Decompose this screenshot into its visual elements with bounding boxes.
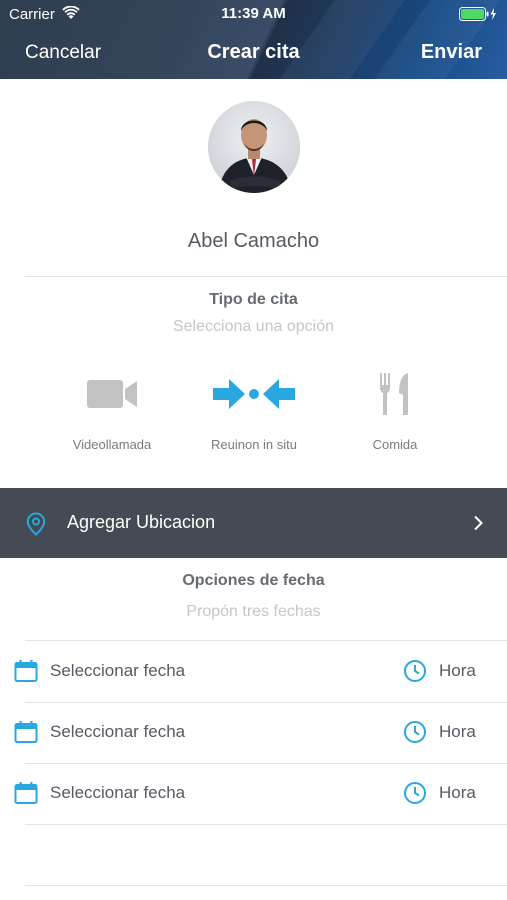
select-date-button[interactable]: Seleccionar fecha — [50, 783, 185, 803]
divider — [25, 276, 507, 277]
select-time-button[interactable]: Hora — [439, 661, 476, 681]
fork-knife-icon — [325, 368, 465, 420]
select-date-button[interactable]: Seleccionar fecha — [50, 661, 185, 681]
calendar-icon[interactable] — [14, 720, 38, 749]
appointment-type-subtitle: Selecciona una opción — [172, 318, 334, 335]
status-time: 11:39 AM — [221, 5, 286, 22]
clock-icon[interactable] — [403, 781, 427, 810]
option-reunion-in-situ[interactable]: Reuinon in situ — [184, 368, 324, 456]
clock-icon[interactable] — [403, 720, 427, 749]
battery-icon — [459, 7, 499, 21]
date-options-title: Opciones de fecha — [182, 572, 325, 589]
status-bar: Carrier 11:39 AM — [0, 0, 507, 28]
add-location-label: Agregar Ubicacion — [67, 512, 216, 532]
avatar — [208, 101, 300, 193]
option-comida[interactable]: Comida — [325, 368, 465, 456]
option-label: Videollamada — [72, 437, 152, 452]
option-label: Reuinon in situ — [211, 437, 297, 452]
date-options-subtitle: Propón tres fechas — [186, 603, 321, 620]
send-button[interactable]: Enviar — [421, 41, 482, 64]
clock-icon[interactable] — [403, 659, 427, 688]
option-label: Comida — [372, 437, 418, 452]
select-time-button[interactable]: Hora — [439, 722, 476, 742]
calendar-icon[interactable] — [14, 659, 38, 688]
appointment-type-title: Tipo de cita — [209, 291, 298, 308]
chevron-right-icon — [473, 515, 483, 536]
date-row: Seleccionar fecha Hora — [0, 702, 507, 763]
meeting-arrows-icon — [184, 368, 324, 420]
date-row: Seleccionar fecha Hora — [0, 641, 507, 702]
select-time-button[interactable]: Hora — [439, 783, 476, 803]
add-location-button[interactable]: Agregar Ubicacion — [0, 488, 507, 558]
location-pin-icon — [26, 512, 46, 541]
date-row: Seleccionar fecha Hora — [0, 763, 507, 824]
navigation-header: Carrier 11:39 AM Cancelar Crear cita Env… — [0, 0, 507, 79]
divider — [25, 885, 507, 886]
contact-name: Abel Camacho — [187, 230, 320, 252]
option-videollamada[interactable]: Videollamada — [42, 368, 182, 456]
video-camera-icon — [42, 368, 182, 420]
select-date-button[interactable]: Seleccionar fecha — [50, 722, 185, 742]
divider — [25, 824, 507, 825]
calendar-icon[interactable] — [14, 781, 38, 810]
